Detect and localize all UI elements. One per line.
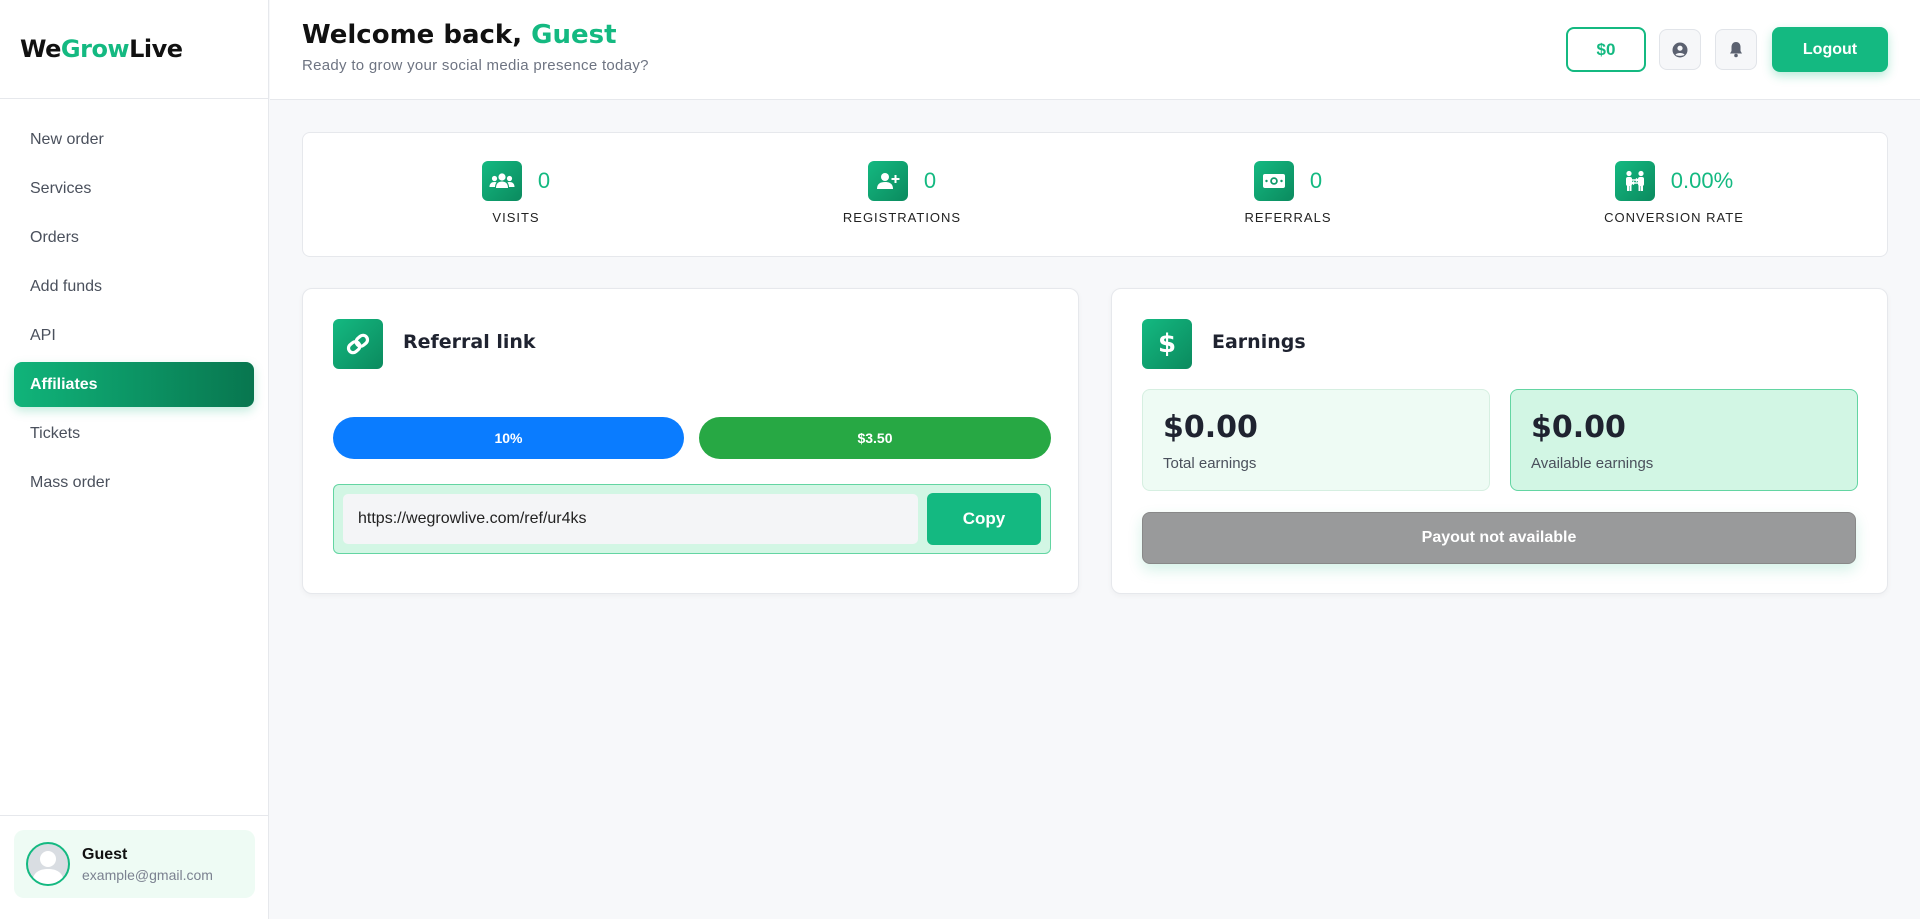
sidebar-item-mass-order[interactable]: Mass order: [14, 460, 254, 505]
minimum-payout-badge: $3.50: [699, 417, 1051, 459]
page-title: Welcome back, Guest: [302, 20, 617, 50]
welcome-prefix: Welcome back,: [302, 20, 523, 50]
sidebar-nav: New order Services Orders Add funds API …: [0, 99, 268, 505]
referral-card-title: Referral link: [403, 331, 536, 353]
link-icon: [333, 319, 383, 369]
sidebar-item-new-order[interactable]: New order: [14, 117, 254, 162]
top-header: Welcome back, Guest Ready to grow your s…: [270, 0, 1920, 100]
user-name: Guest: [82, 845, 128, 863]
stat-referrals-value: 0: [1309, 168, 1323, 193]
money-icon: [1253, 161, 1294, 201]
sidebar-item-orders[interactable]: Orders: [14, 215, 254, 260]
stat-conversion-rate-value: 0.00%: [1670, 168, 1734, 193]
welcome-name: Guest: [531, 20, 617, 50]
stat-registrations-value: 0: [923, 168, 937, 193]
total-earnings-label: Total earnings: [1163, 455, 1257, 472]
stat-conversion-rate-label: CONVERSION RATE: [1604, 210, 1744, 225]
stat-referrals: 0 REFERRALS: [1188, 161, 1388, 225]
stat-visits: 0 VISITS: [416, 161, 616, 225]
users-icon: [481, 161, 522, 201]
user-circle-icon: [1672, 42, 1688, 57]
earnings-card: $ Earnings $0.00 Total earnings $0.00 Av…: [1111, 288, 1888, 594]
user-card[interactable]: Guest example@gmail.com: [14, 830, 255, 898]
sidebar-item-services[interactable]: Services: [14, 166, 254, 211]
brand-we: We: [20, 35, 61, 63]
stat-visits-value: 0: [537, 168, 551, 193]
balance-button[interactable]: $0: [1566, 27, 1646, 72]
profile-button[interactable]: [1659, 29, 1701, 70]
total-earnings-amount: $0.00: [1163, 410, 1258, 445]
available-earnings-box: $0.00 Available earnings: [1510, 389, 1858, 491]
bell-icon: [1730, 42, 1742, 58]
sidebar-item-tickets[interactable]: Tickets: [14, 411, 254, 456]
stats-panel: 0 VISITS 0 REGISTRATIONS 0 REFERRALS 0.0…: [302, 132, 1888, 257]
logout-button[interactable]: Logout: [1772, 27, 1888, 72]
sidebar: We Grow Live New order Services Orders Add…: [0, 0, 269, 919]
user-plus-icon: [867, 161, 908, 201]
avatar: [26, 842, 70, 886]
user-silhouette-icon: [32, 851, 64, 884]
dollar-icon: $: [1142, 319, 1192, 369]
stat-visits-label: VISITS: [492, 210, 540, 225]
stat-conversion-rate: 0.00% CONVERSION RATE: [1574, 161, 1774, 225]
available-earnings-label: Available earnings: [1531, 455, 1654, 472]
brand-grow: Grow: [60, 35, 130, 63]
available-earnings-amount: $0.00: [1531, 410, 1626, 445]
stat-registrations-label: REGISTRATIONS: [842, 210, 962, 225]
sidebar-item-add-funds[interactable]: Add funds: [14, 264, 254, 309]
user-panel: Guest example@gmail.com: [0, 815, 269, 919]
brand-live: Live: [129, 35, 183, 63]
sidebar-item-affiliates[interactable]: Affiliates: [14, 362, 254, 407]
user-email: example@gmail.com: [82, 866, 213, 883]
payout-button[interactable]: Payout not available: [1142, 512, 1856, 564]
commission-rate-badge: 10%: [333, 417, 684, 459]
referral-card: Referral link 10% $3.50 Copy: [302, 288, 1079, 594]
earnings-card-title: Earnings: [1212, 331, 1306, 353]
people-arrows-icon: [1614, 161, 1655, 201]
total-earnings-box: $0.00 Total earnings: [1142, 389, 1490, 491]
brand-logo[interactable]: We Grow Live: [0, 0, 268, 99]
sidebar-item-api[interactable]: API: [14, 313, 254, 358]
notifications-button[interactable]: [1715, 29, 1757, 70]
stat-referrals-label: REFERRALS: [1244, 210, 1332, 225]
referral-link-input[interactable]: [343, 494, 918, 544]
stat-registrations: 0 REGISTRATIONS: [802, 161, 1002, 225]
page-subtitle: Ready to grow your social media presence…: [302, 57, 649, 74]
copy-button[interactable]: Copy: [927, 493, 1041, 545]
referral-link-box: Copy: [333, 484, 1051, 554]
